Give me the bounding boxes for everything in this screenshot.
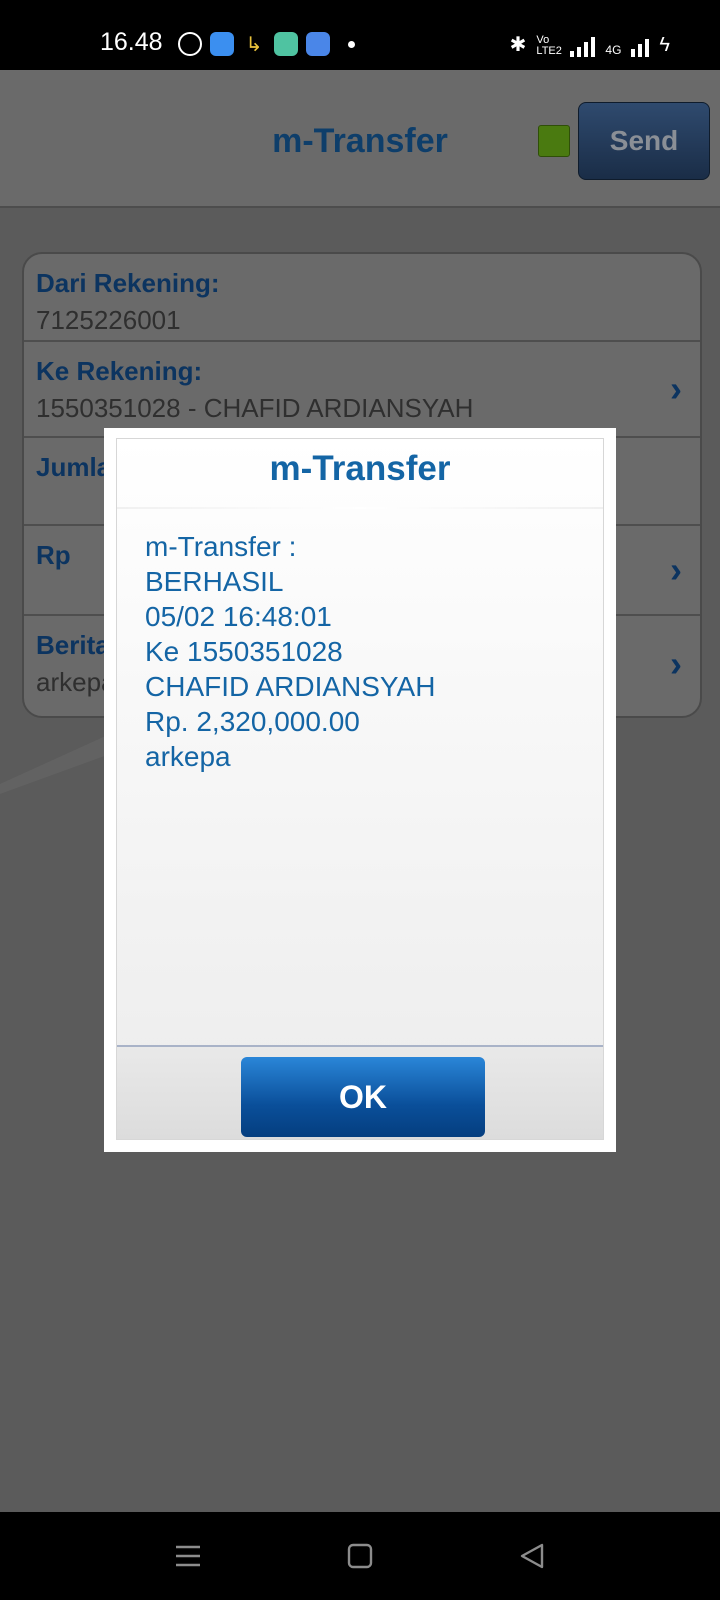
message-line: 05/02 16:48:01 [145, 601, 332, 632]
message-line: BERHASIL [145, 566, 284, 597]
dialog-message: m-Transfer : BERHASIL 05/02 16:48:01 Ke … [117, 509, 603, 774]
dot-indicator [348, 40, 355, 48]
message-line: Ke 1550351028 [145, 636, 343, 667]
app-header: m-Transfer Send [0, 70, 720, 208]
charging-icon: ϟ [659, 34, 670, 56]
volte-icon: Vo LTE2 [536, 34, 562, 57]
message-line: arkepa [145, 741, 231, 772]
message-line: Rp. 2,320,000.00 [145, 706, 360, 737]
connection-status-indicator [538, 125, 570, 157]
back-icon[interactable] [518, 1542, 546, 1570]
result-dialog: m-Transfer m-Transfer : BERHASIL 05/02 1… [104, 428, 616, 1152]
status-bar: 16.48 ↳ ✱ Vo LTE2 4G ϟ [0, 0, 720, 70]
notification-icons: ↳ [178, 32, 355, 56]
bluetooth-icon: ✱ [509, 34, 527, 56]
dialog-title: m-Transfer [269, 449, 451, 488]
4g-label: 4G [605, 43, 622, 57]
system-nav-bar [0, 1512, 720, 1600]
whatsapp-icon [178, 32, 202, 56]
to-account-value: 1550351028 - CHAFID ARDIANSYAH [36, 393, 474, 423]
chevron-right-icon: › [670, 368, 682, 409]
dialog-panel: m-Transfer m-Transfer : BERHASIL 05/02 1… [116, 438, 604, 1140]
4g-signal-icon [631, 35, 650, 57]
chevron-right-icon: › [670, 643, 682, 684]
to-account-label: Ke Rekening: [36, 356, 203, 386]
to-account-row[interactable]: Ke Rekening: 1550351028 - CHAFID ARDIANS… [24, 342, 700, 438]
send-button[interactable]: Send [578, 102, 710, 180]
from-account-value: 7125226001 [36, 305, 181, 335]
dialog-footer: OK [117, 1045, 603, 1139]
menu-icon[interactable] [174, 1542, 202, 1570]
from-account-label: Dari Rekening: [36, 268, 220, 298]
message-line: m-Transfer : [145, 531, 297, 562]
signal-icon [570, 35, 596, 57]
status-time: 16.48 [100, 28, 163, 56]
from-account-row: Dari Rekening: 7125226001 [24, 254, 700, 342]
app-icon-teal [274, 32, 298, 56]
app-icon-blue-2 [306, 32, 330, 56]
home-icon[interactable] [347, 1542, 373, 1570]
chevron-right-icon: › [670, 549, 682, 590]
missed-call-icon: ↳ [245, 33, 263, 56]
system-icons: ✱ Vo LTE2 4G ϟ [510, 32, 670, 57]
app-icon-blue [210, 32, 234, 56]
ok-button[interactable]: OK [241, 1057, 485, 1137]
message-line: CHAFID ARDIANSYAH [145, 671, 436, 702]
